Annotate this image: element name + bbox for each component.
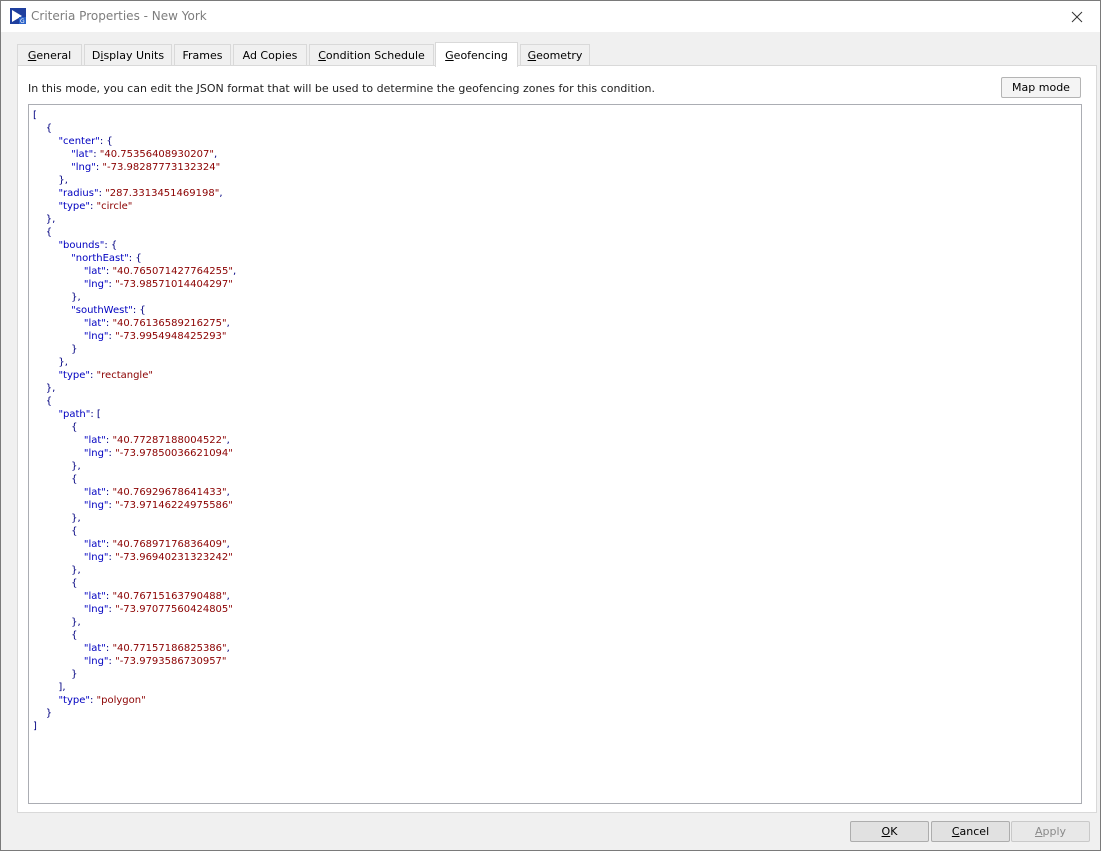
json-line: "lng": "-73.9954948425293" (83, 331, 227, 342)
app-logo-icon: G (10, 8, 26, 24)
json-line: "lat": "40.76136589216275", (83, 318, 230, 329)
tab-strip: General Di splay Units Frames Ad Copies Condi… (17, 42, 1097, 67)
cancel-button[interactable]: Cancel (931, 821, 1010, 842)
json-line: "lng": "-73.97077560424805" (83, 604, 233, 615)
json-line: "type": "circle" (58, 201, 133, 212)
json-line: "lng": "-73.9793586730957" (83, 656, 227, 667)
title-bar[interactable]: G Criteria Properties - New York (1, 1, 1100, 32)
json-line: "lng": "-73.97146224975586" (83, 500, 233, 511)
json-line: "path": [ (58, 409, 101, 420)
json-line: } (33, 708, 53, 719)
json-line: { (33, 227, 53, 238)
tab-condition-schedule[interactable]: Condition Schedule (309, 44, 434, 66)
json-line: } (33, 344, 78, 355)
json-line: }, (33, 565, 81, 576)
json-line: { (33, 578, 78, 589)
json-line: }, (33, 357, 68, 368)
geofencing-panel: In this mode, you can edit the JSON form… (17, 65, 1097, 813)
cancel-label: Cancel (951, 825, 990, 838)
json-line: "lat": "40.77157186825386", (83, 643, 230, 654)
json-line: "southWest": { (71, 305, 146, 316)
tab-general[interactable]: General (17, 44, 82, 66)
tab-display-units[interactable]: Di splay Units (84, 44, 172, 66)
json-line: "type": "polygon" (58, 695, 146, 706)
json-code[interactable]: [ { "center": { "lat": "40.7535640893020… (33, 109, 236, 733)
json-line: { (33, 422, 78, 433)
json-line: "lng": "-73.98287773132324" (71, 162, 221, 173)
json-line: "lat": "40.77287188004522", (83, 435, 230, 446)
json-line: }, (33, 617, 81, 628)
json-line: { (33, 396, 53, 407)
criteria-properties-window: G Criteria Properties - New York General… (0, 0, 1101, 851)
json-line: }, (33, 383, 56, 394)
json-line: "lng": "-73.98571014404297" (83, 279, 233, 290)
close-icon (1071, 11, 1083, 22)
svg-text:G: G (20, 18, 25, 24)
json-line: "lat": "40.765071427764255", (83, 266, 237, 277)
json-line: "northEast": { (71, 253, 142, 264)
tab-geofencing[interactable]: Geofencing (435, 42, 518, 67)
apply-button[interactable]: Apply (1011, 821, 1090, 842)
json-line: [ (33, 110, 37, 121)
tab-frames[interactable]: Frames (174, 44, 231, 66)
json-line: "lat": "40.76929678641433", (83, 487, 230, 498)
json-line: "center": { (58, 136, 113, 147)
map-mode-button[interactable]: Map mode (1001, 77, 1081, 98)
geofencing-description: In this mode, you can edit the JSON form… (28, 82, 656, 95)
json-line: "lat": "40.76715163790488", (83, 591, 230, 602)
json-line: { (33, 630, 78, 641)
json-line: "radius": "287.3313451469198", (58, 188, 223, 199)
json-line: }, (33, 461, 81, 472)
json-line: ] (33, 721, 37, 732)
json-line: { (33, 474, 78, 485)
json-line: ], (33, 682, 66, 693)
json-line: }, (33, 513, 81, 524)
ok-button[interactable]: OK (850, 821, 929, 842)
json-line: } (33, 669, 78, 680)
ok-label: OK (881, 825, 898, 838)
json-line: "lng": "-73.96940231323242" (83, 552, 233, 563)
json-line: }, (33, 175, 68, 186)
json-line: "type": "rectangle" (58, 370, 153, 381)
json-line: "bounds": { (58, 240, 118, 251)
window-title: Criteria Properties - New York (31, 9, 207, 23)
close-button[interactable] (1054, 1, 1100, 32)
tab-geometry[interactable]: Geometry (520, 44, 590, 66)
json-line: "lng": "-73.97850036621094" (83, 448, 233, 459)
json-line: }, (33, 292, 81, 303)
json-line: { (33, 123, 53, 134)
json-line: }, (33, 214, 56, 225)
apply-label: Apply (1034, 825, 1067, 838)
json-line: "lat": "40.76897176836409", (83, 539, 230, 550)
json-line: { (33, 526, 78, 537)
tab-ad-copies[interactable]: Ad Copies (233, 44, 307, 66)
json-line: "lat": "40.75356408930207", (71, 149, 218, 160)
json-editor[interactable]: [ { "center": { "lat": "40.7535640893020… (28, 104, 1082, 804)
